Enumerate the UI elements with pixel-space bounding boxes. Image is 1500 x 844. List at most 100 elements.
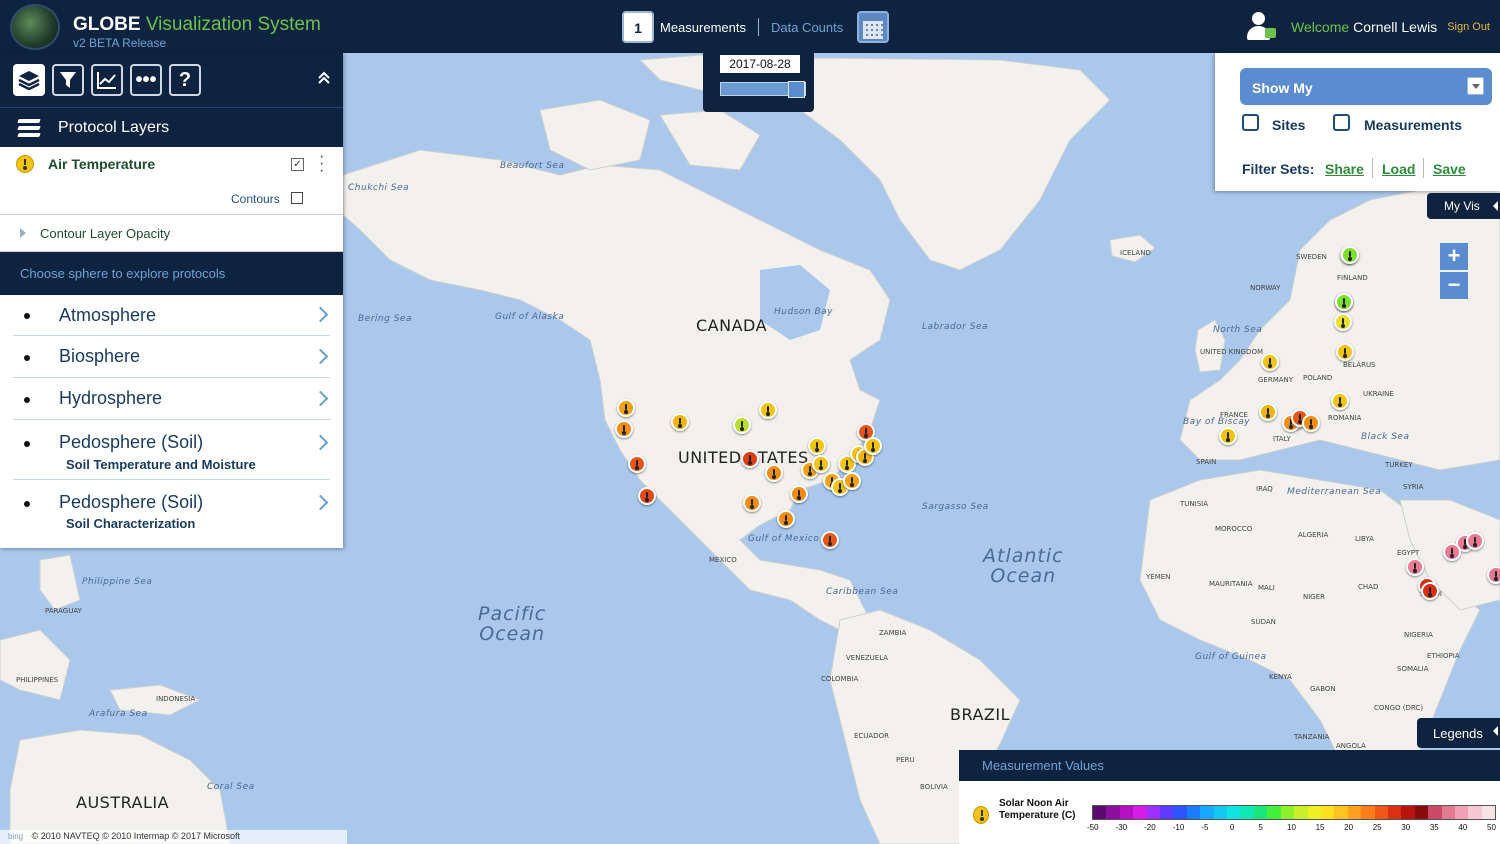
measurement-marker[interactable] bbox=[864, 437, 882, 455]
show-my-select[interactable]: Show My bbox=[1240, 68, 1492, 105]
measurement-marker[interactable] bbox=[671, 413, 689, 431]
contours-checkbox[interactable] bbox=[291, 192, 303, 204]
bullet bbox=[24, 501, 30, 507]
sphere-item-atmosphere[interactable]: Atmosphere bbox=[13, 295, 330, 336]
my-vis-tab[interactable]: My Vis bbox=[1427, 193, 1500, 219]
protocol-layers-title: Protocol Layers bbox=[58, 118, 170, 136]
filter-icon[interactable] bbox=[52, 64, 84, 96]
layer-options-icon[interactable]: · · · bbox=[319, 149, 325, 179]
legend-tick: 25 bbox=[1372, 823, 1382, 832]
measurement-marker[interactable] bbox=[808, 437, 826, 455]
measurement-marker[interactable] bbox=[1487, 566, 1500, 584]
zoom-out-button[interactable]: − bbox=[1440, 272, 1468, 299]
measurement-marker[interactable] bbox=[821, 531, 839, 549]
measurement-marker[interactable] bbox=[790, 485, 808, 503]
measurement-marker[interactable] bbox=[1421, 582, 1439, 600]
more-icon[interactable]: ••• bbox=[130, 64, 162, 96]
share-link[interactable]: Share bbox=[1325, 161, 1364, 177]
legend-color-swatch bbox=[1441, 806, 1455, 819]
map-label: GABON bbox=[1310, 685, 1336, 693]
legend-color-swatch bbox=[1468, 806, 1482, 819]
legend-color-swatch bbox=[1133, 806, 1147, 819]
measurement-marker[interactable] bbox=[1443, 543, 1461, 561]
legend-color-swatch bbox=[1093, 806, 1107, 819]
map-label: CHAD bbox=[1358, 583, 1379, 591]
legend-tick: -30 bbox=[1115, 823, 1128, 832]
map-label: Pacific Ocean bbox=[478, 603, 547, 645]
air-temperature-icon bbox=[16, 155, 34, 173]
measurement-marker[interactable] bbox=[1219, 427, 1237, 445]
save-link[interactable]: Save bbox=[1433, 161, 1466, 177]
measurement-marker[interactable] bbox=[1406, 558, 1424, 576]
map-label: ZAMBIA bbox=[879, 629, 907, 637]
measurement-marker[interactable] bbox=[1466, 532, 1484, 550]
calendar-icon[interactable]: 1 bbox=[622, 11, 654, 43]
chart-icon[interactable] bbox=[91, 64, 123, 96]
layer-visibility-checkbox[interactable]: ✓ bbox=[291, 158, 304, 171]
zoom-in-button[interactable]: + bbox=[1440, 243, 1468, 270]
measurement-marker[interactable] bbox=[628, 455, 646, 473]
help-icon[interactable]: ? bbox=[169, 64, 201, 96]
contour-opacity-expander[interactable]: Contour Layer Opacity bbox=[0, 214, 343, 252]
measurement-marker[interactable] bbox=[765, 464, 783, 482]
map-label: Beaufort Sea bbox=[500, 161, 565, 171]
map-label: Black Sea bbox=[1361, 432, 1410, 442]
measurement-marker[interactable] bbox=[1335, 293, 1353, 311]
measurement-marker[interactable] bbox=[1259, 403, 1277, 421]
date-slider-handle[interactable] bbox=[788, 81, 805, 98]
collapse-chevron-icon[interactable] bbox=[317, 69, 331, 90]
sphere-item-pedosphere-soil-characterization[interactable]: Pedosphere (Soil) Soil Characterization bbox=[13, 480, 330, 540]
user-lock-icon[interactable] bbox=[1245, 12, 1277, 42]
map-label: SPAIN bbox=[1196, 458, 1217, 466]
map-label: ETHIOPIA bbox=[1427, 652, 1460, 660]
measurement-marker[interactable] bbox=[1302, 414, 1320, 432]
legend-color-swatch bbox=[1294, 806, 1308, 819]
app-header: GLOBE Visualization System v2 BETA Relea… bbox=[0, 0, 1500, 53]
sphere-name: Hydrosphere bbox=[59, 388, 163, 408]
sphere-item-biosphere[interactable]: Biosphere bbox=[13, 336, 330, 378]
legend-color-swatch bbox=[1253, 806, 1268, 819]
measurement-marker[interactable] bbox=[615, 420, 633, 438]
sphere-item-hydrosphere[interactable]: Hydrosphere bbox=[13, 378, 330, 420]
data-counts-link[interactable]: Data Counts bbox=[771, 20, 843, 35]
sphere-name: Atmosphere bbox=[59, 305, 157, 325]
map-attribution: bing © 2010 NAVTEQ © 2010 Intermap © 201… bbox=[0, 830, 347, 844]
measurement-marker[interactable] bbox=[759, 401, 777, 419]
chevron-right-icon bbox=[312, 306, 329, 323]
legend-tick: 35 bbox=[1429, 823, 1439, 832]
map-label: PARAGUAY bbox=[45, 607, 82, 615]
layers-icon[interactable] bbox=[13, 64, 45, 96]
measurement-marker[interactable] bbox=[741, 450, 759, 468]
measurement-marker[interactable] bbox=[617, 399, 635, 417]
measurements-checkbox[interactable] bbox=[1333, 114, 1350, 131]
measurement-marker[interactable] bbox=[777, 510, 795, 528]
measurement-marker[interactable] bbox=[1341, 246, 1359, 264]
measurement-marker[interactable] bbox=[638, 487, 656, 505]
measurement-marker[interactable] bbox=[1331, 392, 1349, 410]
sphere-list: Atmosphere Biosphere Hydrosphere Pedosph… bbox=[0, 295, 343, 540]
measurements-link[interactable]: Measurements bbox=[660, 20, 746, 35]
legend-color-swatch bbox=[1240, 806, 1254, 819]
sphere-item-pedosphere-soil-temperature[interactable]: Pedosphere (Soil) Soil Temperature and M… bbox=[13, 420, 330, 480]
measurement-marker[interactable] bbox=[1336, 343, 1354, 361]
sites-checkbox[interactable] bbox=[1242, 114, 1259, 131]
load-link[interactable]: Load bbox=[1382, 161, 1415, 177]
map-label: FRANCE bbox=[1220, 411, 1248, 419]
measurement-marker[interactable] bbox=[843, 472, 861, 490]
globe-logo[interactable] bbox=[10, 4, 60, 50]
protocol-layers-header[interactable]: Protocol Layers bbox=[0, 107, 343, 147]
measurement-marker[interactable] bbox=[733, 416, 751, 434]
zoom-controls: + − bbox=[1440, 243, 1468, 299]
measurement-marker[interactable] bbox=[1261, 353, 1279, 371]
map-label: KENYA bbox=[1269, 673, 1292, 681]
measurement-marker[interactable] bbox=[1334, 313, 1352, 331]
measurement-marker[interactable] bbox=[812, 455, 830, 473]
sphere-prompt: Choose sphere to explore protocols bbox=[0, 252, 343, 295]
chevron-right-icon bbox=[312, 434, 329, 451]
map-label: PERU bbox=[896, 756, 915, 764]
data-counts-calendar-icon[interactable] bbox=[857, 11, 890, 43]
legends-tab[interactable]: Legends bbox=[1417, 718, 1500, 748]
sign-out-link[interactable]: Sign Out bbox=[1447, 21, 1490, 33]
measurement-marker[interactable] bbox=[743, 494, 761, 512]
sphere-name: Pedosphere (Soil) bbox=[59, 432, 204, 452]
